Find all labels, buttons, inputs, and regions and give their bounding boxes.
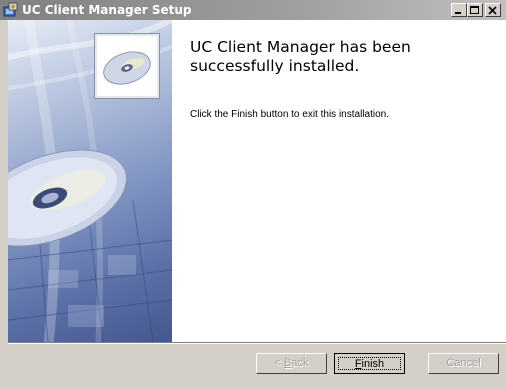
- window-title: UC Client Manager Setup: [22, 3, 192, 17]
- content-panel: UC Client Manager has been successfully …: [172, 20, 506, 342]
- heading-line-2: successfully installed.: [190, 57, 360, 75]
- minimize-button[interactable]: [451, 3, 467, 17]
- title-bar[interactable]: UC Client Manager Setup: [0, 0, 506, 20]
- setup-banner-graphic: [8, 20, 172, 342]
- back-button-rest: ack: [291, 357, 309, 369]
- finish-button-rest: inish: [361, 358, 385, 370]
- minimize-icon: [455, 12, 461, 14]
- maximize-button[interactable]: [467, 3, 483, 17]
- cd-disc-icon: [8, 149, 128, 247]
- finish-focus-ring: Finish: [338, 357, 401, 370]
- close-icon: [488, 6, 497, 15]
- close-button[interactable]: [485, 3, 501, 17]
- back-button-prefix: <: [274, 357, 284, 369]
- maximize-icon: [470, 6, 479, 14]
- button-separator: [8, 342, 506, 344]
- installer-icon: [3, 2, 19, 18]
- cd-thumbnail: [95, 34, 159, 98]
- heading-line-1: UC Client Manager has been: [190, 38, 411, 56]
- completion-heading: UC Client Manager has been successfully …: [190, 38, 490, 76]
- finish-button-accel: F: [354, 358, 362, 370]
- setup-dialog: UC Client Manager Setup UC Client Manage…: [0, 0, 506, 389]
- cancel-button[interactable]: Cancel: [428, 353, 499, 374]
- instruction-text: Click the Finish button to exit this ins…: [190, 109, 389, 120]
- finish-button[interactable]: Finish: [334, 353, 405, 374]
- back-button[interactable]: < Back: [256, 353, 327, 374]
